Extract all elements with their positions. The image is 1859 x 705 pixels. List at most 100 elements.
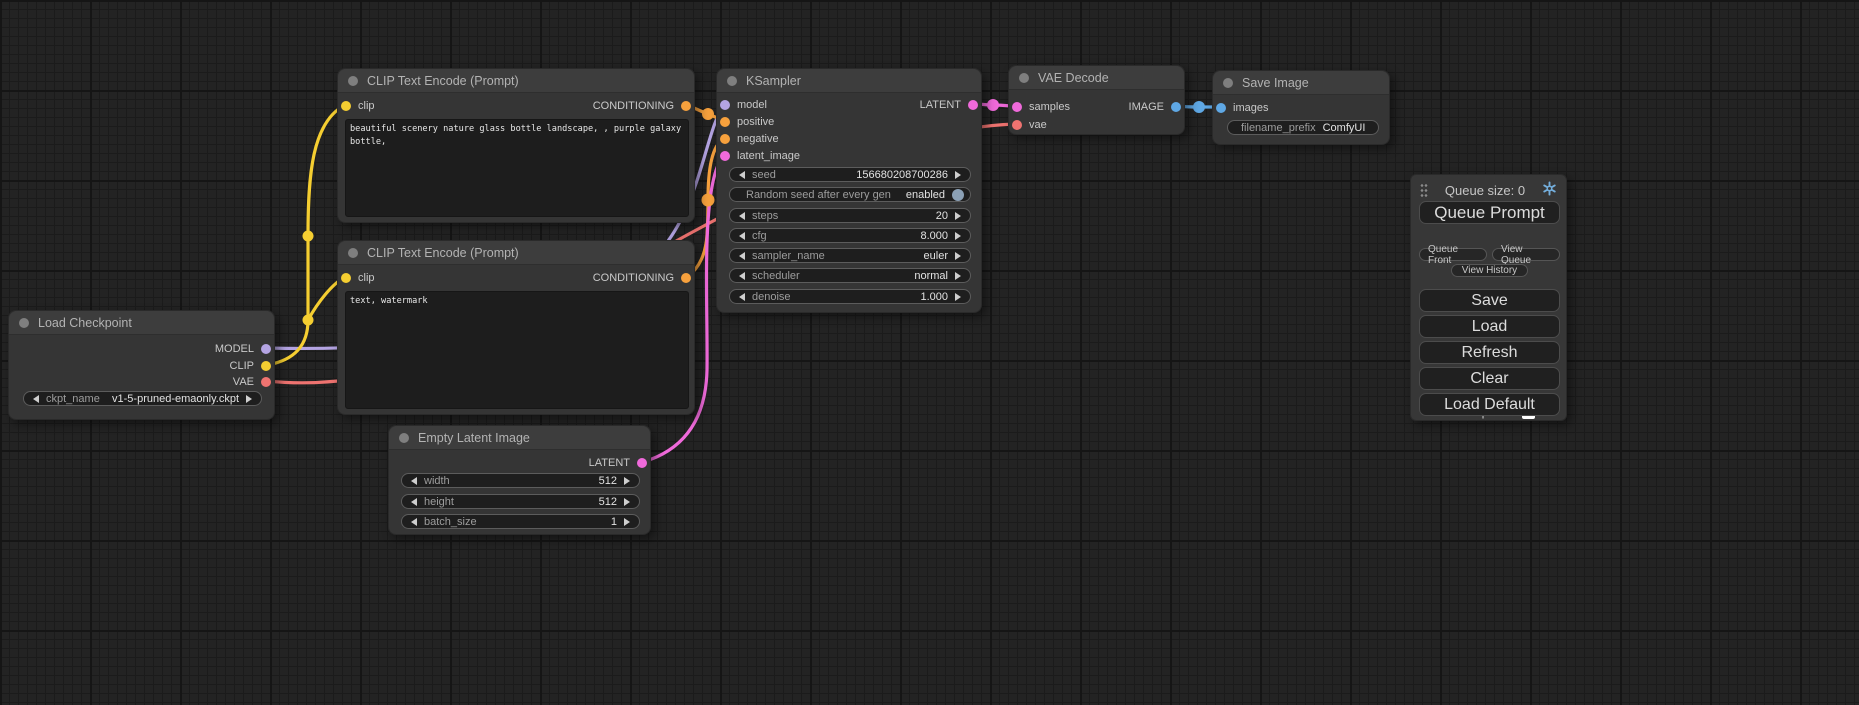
arrow-right-icon[interactable] [246,395,252,403]
toggle-circle-icon[interactable] [952,189,964,201]
arrow-right-icon[interactable] [624,498,630,506]
input-port-clip[interactable]: clip [341,270,375,286]
port-dot-clip[interactable] [341,101,351,111]
arrow-right-icon[interactable] [624,477,630,485]
port-dot-latent[interactable] [720,151,730,161]
arrow-left-icon[interactable] [33,395,39,403]
node-title-bar[interactable]: VAE Decode [1009,66,1184,90]
node-ksampler[interactable]: KSampler model positive negative latent_… [716,68,982,313]
port-dot-model[interactable] [720,100,730,110]
input-port-images[interactable]: images [1216,100,1268,116]
output-port-clip[interactable]: CLIP [230,358,271,374]
input-port-latent-image[interactable]: latent_image [720,148,800,164]
port-dot-conditioning[interactable] [720,117,730,127]
collapse-dot-icon[interactable] [399,433,409,443]
save-button[interactable]: Save [1419,289,1560,312]
input-port-samples[interactable]: samples [1012,99,1070,115]
port-dot-vae[interactable] [1012,120,1022,130]
queue-front-button[interactable]: Queue Front [1419,248,1487,261]
node-save-image[interactable]: Save Image images filename_prefix ComfyU… [1212,70,1390,145]
load-button[interactable]: Load [1419,315,1560,338]
node-title-bar[interactable]: CLIP Text Encode (Prompt) [338,69,694,93]
collapse-dot-icon[interactable] [1223,78,1233,88]
input-port-vae[interactable]: vae [1012,117,1047,133]
node-title-bar[interactable]: Save Image [1213,71,1389,95]
port-dot-conditioning[interactable] [681,101,691,111]
widget-cfg[interactable]: cfg 8.000 [729,228,971,243]
arrow-right-icon[interactable] [955,212,961,220]
input-port-model[interactable]: model [720,97,767,113]
widget-seed[interactable]: seed 156680208700286 [729,167,971,182]
view-history-button[interactable]: View History [1451,264,1528,277]
widget-sampler-name[interactable]: sampler_name euler [729,248,971,263]
arrow-right-icon[interactable] [955,252,961,260]
arrow-right-icon[interactable] [955,293,961,301]
node-empty-latent-image[interactable]: Empty Latent Image LATENT width 512 heig… [388,425,651,535]
input-port-negative[interactable]: negative [720,131,779,147]
arrow-left-icon[interactable] [411,518,417,526]
node-title-bar[interactable]: Empty Latent Image [389,426,650,450]
node-load-checkpoint[interactable]: Load Checkpoint MODEL CLIP VAE ckpt_name… [8,310,275,420]
node-title-bar[interactable]: Load Checkpoint [9,311,274,335]
output-port-conditioning[interactable]: CONDITIONING [593,98,691,114]
output-port-latent[interactable]: LATENT [589,455,647,471]
collapse-dot-icon[interactable] [727,76,737,86]
port-dot-image[interactable] [1171,102,1181,112]
port-dot-latent[interactable] [968,100,978,110]
port-dot-model[interactable] [261,344,271,354]
collapse-dot-icon[interactable] [348,76,358,86]
arrow-right-icon[interactable] [955,171,961,179]
node-title-bar[interactable]: KSampler [717,69,981,93]
view-queue-button[interactable]: View Queue [1492,248,1560,261]
collapse-dot-icon[interactable] [348,248,358,258]
clear-button[interactable]: Clear [1419,367,1560,390]
arrow-left-icon[interactable] [411,477,417,485]
port-dot-conditioning[interactable] [681,273,691,283]
output-port-image[interactable]: IMAGE [1129,99,1181,115]
arrow-left-icon[interactable] [739,272,745,280]
widget-scheduler[interactable]: scheduler normal [729,268,971,283]
collapse-dot-icon[interactable] [1019,73,1029,83]
port-dot-vae[interactable] [261,377,271,387]
gear-icon[interactable] [1542,181,1557,199]
port-dot-clip[interactable] [261,361,271,371]
prompt-textarea[interactable]: beautiful scenery nature glass bottle la… [345,119,689,217]
arrow-right-icon[interactable] [624,518,630,526]
input-port-positive[interactable]: positive [720,114,774,130]
input-port-clip[interactable]: clip [341,98,375,114]
node-clip-text-encode-positive[interactable]: CLIP Text Encode (Prompt) clip CONDITION… [337,68,695,223]
drag-handle-icon[interactable] [1420,183,1428,197]
arrow-left-icon[interactable] [739,252,745,260]
widget-batch-size[interactable]: batch_size 1 [401,514,640,529]
refresh-button[interactable]: Refresh [1419,341,1560,364]
queue-prompt-button[interactable]: Queue Prompt [1419,201,1560,224]
arrow-left-icon[interactable] [739,293,745,301]
port-dot-latent[interactable] [637,458,647,468]
load-default-button[interactable]: Load Default [1419,393,1560,416]
widget-random-seed[interactable]: Random seed after every gen enabled [729,187,971,202]
output-port-conditioning[interactable]: CONDITIONING [593,270,691,286]
arrow-left-icon[interactable] [739,171,745,179]
widget-filename-prefix[interactable]: filename_prefix ComfyUI [1227,120,1379,135]
node-title-bar[interactable]: CLIP Text Encode (Prompt) [338,241,694,265]
widget-steps[interactable]: steps 20 [729,208,971,223]
port-dot-conditioning[interactable] [720,134,730,144]
node-vae-decode[interactable]: VAE Decode samples vae IMAGE [1008,65,1185,135]
widget-ckpt-name[interactable]: ckpt_name v1-5-pruned-emaonly.ckpt [23,391,262,406]
arrow-left-icon[interactable] [411,498,417,506]
collapse-dot-icon[interactable] [19,318,29,328]
arrow-right-icon[interactable] [955,232,961,240]
node-clip-text-encode-negative[interactable]: CLIP Text Encode (Prompt) clip CONDITION… [337,240,695,415]
port-dot-clip[interactable] [341,273,351,283]
arrow-left-icon[interactable] [739,212,745,220]
arrow-left-icon[interactable] [739,232,745,240]
prompt-textarea[interactable]: text, watermark [345,291,689,409]
arrow-right-icon[interactable] [955,272,961,280]
widget-width[interactable]: width 512 [401,473,640,488]
widget-denoise[interactable]: denoise 1.000 [729,289,971,304]
output-port-latent[interactable]: LATENT [920,97,978,113]
widget-height[interactable]: height 512 [401,494,640,509]
comfyui-canvas[interactable]: { "app": "ComfyUI node graph", "colors":… [0,0,1859,705]
output-port-model[interactable]: MODEL [215,341,271,357]
output-port-vae[interactable]: VAE [233,374,271,390]
